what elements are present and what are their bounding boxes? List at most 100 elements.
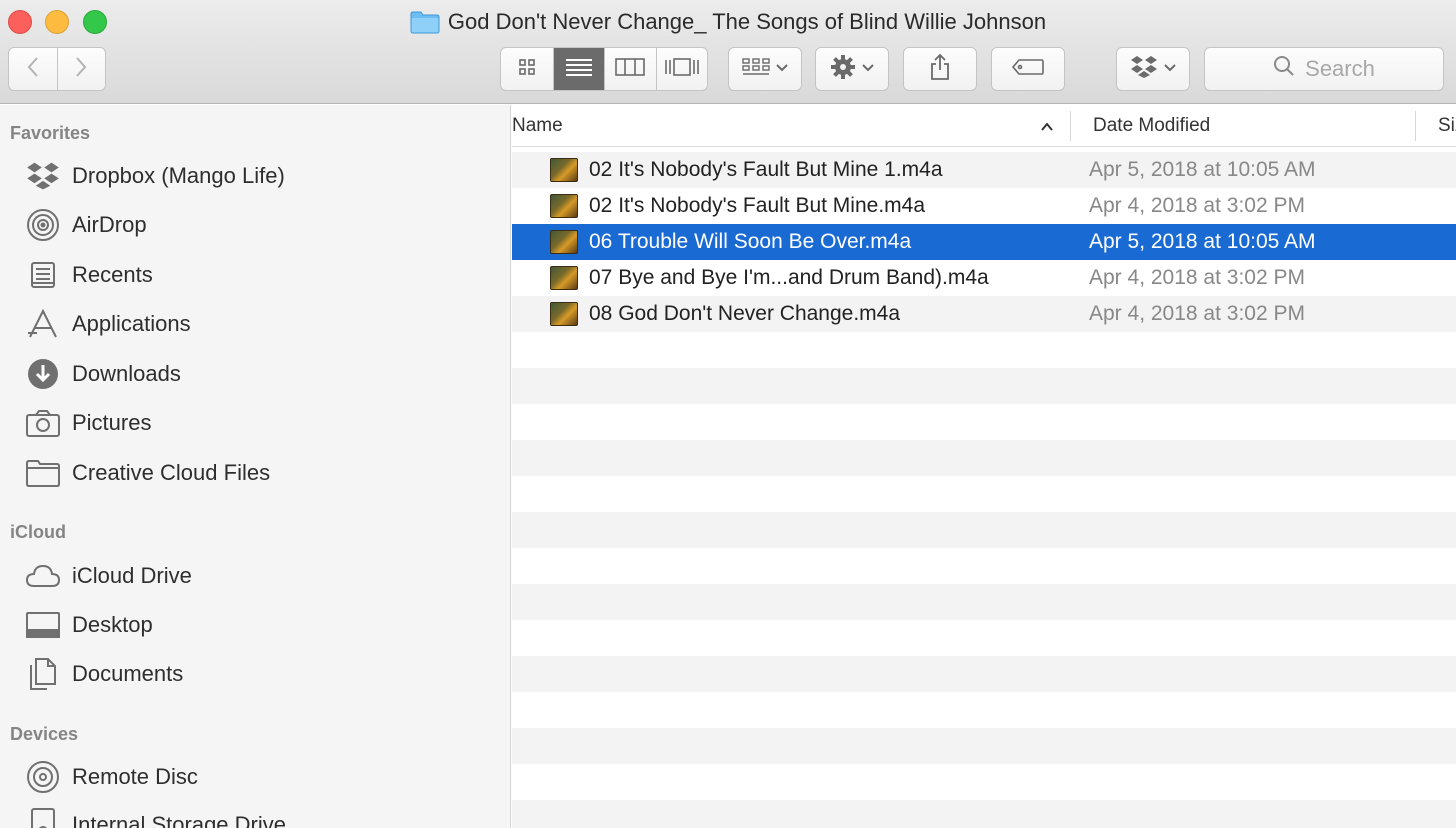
sidebar-item-pictures[interactable]: Pictures (24, 403, 504, 443)
album-art-icon (550, 194, 578, 218)
drive-icon (24, 807, 62, 828)
sidebar-item-label: Applications (72, 311, 191, 336)
empty-row (512, 332, 1456, 368)
sidebar-item-internal-storage-drive[interactable]: Internal Storage Drive (24, 805, 504, 828)
sidebar-item-recents[interactable]: Recents (24, 255, 504, 295)
sidebar-item-label: Recents (72, 262, 153, 287)
sidebar-item-label: Dropbox (Mango Life) (72, 163, 285, 188)
file-date-modified: Apr 4, 2018 at 3:02 PM (1089, 266, 1305, 289)
album-art-icon (550, 302, 578, 326)
back-button[interactable] (9, 48, 57, 90)
tag-icon (1011, 58, 1045, 81)
file-rows: 02 It's Nobody's Fault But Mine 1.m4a Ap… (512, 152, 1456, 828)
empty-row (512, 440, 1456, 476)
applications-icon (24, 306, 62, 342)
window-title: God Don't Never Change_ The Songs of Bli… (447, 9, 1047, 34)
column-divider[interactable] (1415, 111, 1416, 141)
file-date-modified: Apr 5, 2018 at 10:05 AM (1089, 230, 1316, 253)
dropbox-icon (1130, 55, 1158, 84)
sidebar-item-label: iCloud Drive (72, 563, 192, 588)
chevron-down-icon (862, 60, 874, 78)
file-row[interactable]: 02 It's Nobody's Fault But Mine.m4a Apr … (512, 188, 1456, 224)
file-row[interactable]: 08 God Don't Never Change.m4a Apr 4, 201… (512, 296, 1456, 332)
file-row[interactable]: 02 It's Nobody's Fault But Mine 1.m4a Ap… (512, 152, 1456, 188)
album-art-icon (550, 158, 578, 182)
sidebar-item-label: Documents (72, 661, 184, 686)
file-name: 06 Trouble Will Soon Be Over.m4a (589, 230, 912, 253)
size-column-header[interactable]: Size (1438, 105, 1456, 147)
empty-row (512, 404, 1456, 440)
columns-icon (615, 57, 646, 82)
empty-row (512, 656, 1456, 692)
sidebar-item-icloud-drive[interactable]: iCloud Drive (24, 556, 504, 596)
cover-flow-icon (664, 57, 700, 82)
dropbox-menu-button[interactable] (1116, 47, 1190, 91)
gear-icon (830, 54, 856, 85)
view-mode-control (500, 47, 708, 91)
sidebar-item-label: Creative Cloud Files (72, 460, 271, 485)
date-modified-column-header[interactable]: Date Modified (1093, 105, 1210, 147)
cover-flow-view-button[interactable] (655, 48, 708, 90)
sidebar-item-label: Desktop (72, 612, 153, 637)
sidebar-section-icloud: iCloud (10, 522, 66, 542)
file-name: 02 It's Nobody's Fault But Mine.m4a (589, 194, 926, 217)
file-name: 07 Bye and Bye I'm...and Drum Band).m4a (589, 266, 989, 289)
sidebar-item-label: Internal Storage Drive (72, 812, 286, 828)
empty-row (512, 476, 1456, 512)
airdrop-icon (24, 207, 62, 243)
sidebar-item-label: AirDrop (72, 212, 147, 237)
file-list: Name Date Modified Size 02 It's Nobody's… (512, 105, 1456, 828)
navigation-buttons (8, 47, 106, 91)
sidebar-item-dropbox[interactable]: Dropbox (Mango Life) (24, 156, 504, 196)
list-view-button[interactable] (552, 48, 604, 90)
icon-view-button[interactable] (501, 48, 553, 90)
arrange-menu-button[interactable] (728, 47, 802, 91)
sidebar-section-favorites: Favorites (10, 123, 91, 143)
dropbox-icon (24, 158, 62, 194)
chevron-down-icon (1164, 60, 1176, 78)
desktop-icon (24, 607, 62, 643)
sidebar-item-downloads[interactable]: Downloads (24, 354, 504, 394)
share-button[interactable] (903, 47, 977, 91)
file-name: 02 It's Nobody's Fault But Mine 1.m4a (589, 158, 943, 181)
window-toolbar: God Don't Never Change_ The Songs of Bli… (0, 0, 1456, 104)
arrange-grid-icon (742, 57, 770, 82)
action-menu-button[interactable] (815, 47, 889, 91)
name-column-header[interactable]: Name (512, 105, 1072, 147)
search-field[interactable]: Search (1204, 47, 1444, 91)
folder-icon (410, 10, 440, 34)
file-row-selected[interactable]: 06 Trouble Will Soon Be Over.m4a Apr 5, … (512, 224, 1456, 260)
icon-grid-icon (517, 57, 537, 82)
sidebar-item-remote-disc[interactable]: Remote Disc (24, 757, 504, 797)
column-header-row: Name Date Modified Size (512, 105, 1456, 147)
empty-row (512, 764, 1456, 800)
empty-row (512, 548, 1456, 584)
sidebar-item-desktop[interactable]: Desktop (24, 605, 504, 645)
file-date-modified: Apr 4, 2018 at 3:02 PM (1089, 302, 1305, 325)
downloads-icon (24, 356, 62, 392)
chevron-left-icon (26, 55, 40, 84)
sidebar-item-applications[interactable]: Applications (24, 304, 504, 344)
empty-row (512, 512, 1456, 548)
disc-icon (24, 759, 62, 795)
column-view-button[interactable] (604, 48, 656, 90)
share-icon (929, 53, 951, 86)
album-art-icon (550, 230, 578, 254)
search-placeholder: Search (1305, 56, 1375, 81)
empty-row (512, 584, 1456, 620)
forward-button[interactable] (56, 48, 105, 90)
sidebar-item-documents[interactable]: Documents (24, 654, 504, 694)
camera-icon (24, 405, 62, 441)
tags-button[interactable] (991, 47, 1065, 91)
sidebar-item-label: Remote Disc (72, 764, 198, 789)
file-row[interactable]: 07 Bye and Bye I'm...and Drum Band).m4a … (512, 260, 1456, 296)
sidebar-item-airdrop[interactable]: AirDrop (24, 205, 504, 245)
sidebar-item-creative-cloud-files[interactable]: Creative Cloud Files (24, 453, 504, 493)
list-lines-icon (564, 57, 594, 82)
empty-row (512, 620, 1456, 656)
column-divider[interactable] (1070, 111, 1071, 141)
folder-icon (24, 455, 62, 491)
sidebar-item-label: Downloads (72, 361, 181, 386)
chevron-down-icon (776, 60, 788, 78)
recents-icon (24, 257, 62, 293)
